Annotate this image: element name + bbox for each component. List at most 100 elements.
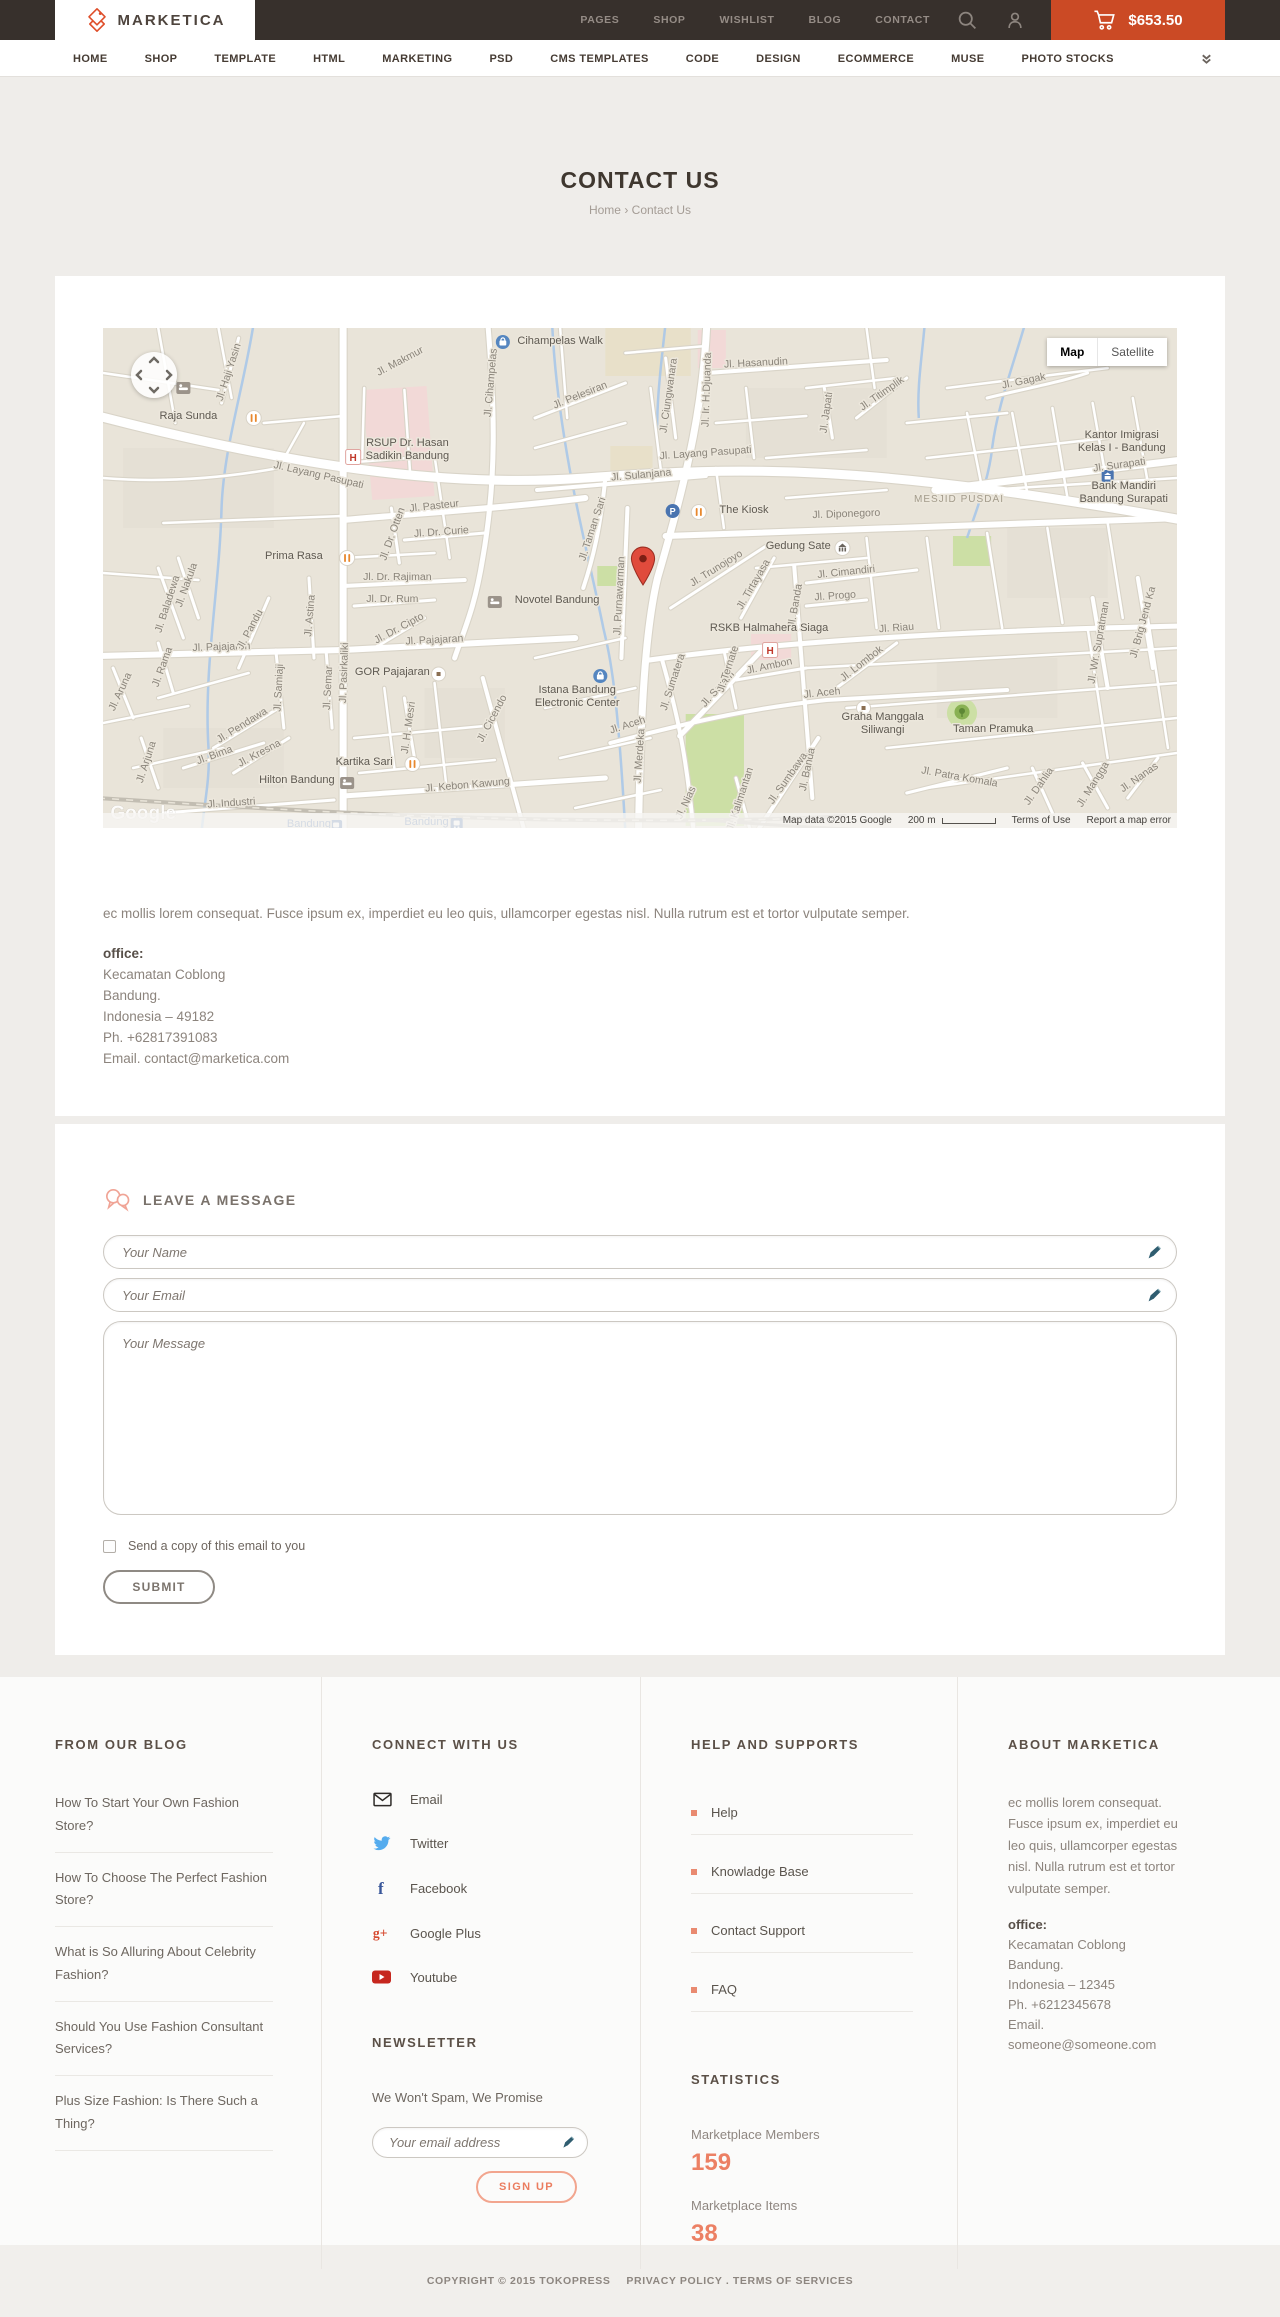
blog-heading: FROM OUR BLOG [55, 1737, 188, 1752]
youtube-icon [372, 1969, 392, 1985]
copyright-links[interactable]: PRIVACY POLICY . TERMS OF SERVICES [626, 2275, 853, 2287]
connect-link-twitter[interactable]: Twitter [372, 1834, 596, 1852]
newsletter-tagline: We Won't Spam, We Promise [372, 2090, 543, 2105]
blog-link-how-to-start-your-own-fashion-[interactable]: How To Start Your Own Fashion Store? [55, 1792, 273, 1853]
map-pan-control[interactable] [131, 352, 177, 398]
connect-link-google-plus[interactable]: g+ Google Plus [372, 1924, 596, 1942]
map-terms-link[interactable]: Terms of Use [1012, 815, 1071, 826]
map-label-mesjid-pusdai: MESJID PUSDAI [914, 494, 1004, 505]
page-hero: CONTACT US Home › Contact Us [0, 77, 1280, 276]
top-nav-pages[interactable]: PAGES [580, 14, 619, 26]
map-label-bank-mandiri: Bank Mandiri Bandung Surapati [1080, 480, 1168, 505]
subnav-item-photo-stocks[interactable]: PHOTO STOCKS [1021, 53, 1113, 65]
map-data-credit: Map data ©2015 Google [782, 815, 892, 826]
map-label-hilton-bandung: Hilton Bandung [259, 774, 335, 786]
copyright-text: COPYRIGHT © 2015 TOKOPRESS [426, 2275, 611, 2287]
map-poi-food-icon [690, 504, 707, 520]
map-marker[interactable] [630, 546, 656, 586]
help-link-help[interactable]: Help [691, 1792, 913, 1835]
office-label: office: [103, 945, 144, 961]
top-nav-blog[interactable]: BLOG [809, 14, 842, 26]
map-label-kartika-sari: Kartika Sari [336, 756, 393, 768]
top-nav-contact[interactable]: CONTACT [875, 14, 930, 26]
map-poi-hotel-icon [176, 382, 191, 394]
breadcrumb-home[interactable]: Home [589, 203, 621, 217]
map-label-jl-pasirkaliki: Jl. Pasirkaliki [337, 642, 351, 703]
connect-link-email[interactable]: Email [372, 1792, 596, 1807]
facebook-icon: f [372, 1879, 392, 1897]
blog-link-how-to-choose-the-perfect-fash[interactable]: How To Choose The Perfect Fashion Store? [55, 1867, 273, 1927]
about-heading: ABOUT MARKETICA [1008, 1737, 1160, 1752]
blog-link-what-is-so-alluring-about-cele[interactable]: What is So Alluring About Celebrity Fash… [55, 1941, 273, 2002]
help-link-faq[interactable]: FAQ [691, 1969, 913, 2012]
subnav-item-template[interactable]: TEMPLATE [214, 53, 276, 65]
subnav-item-code[interactable]: CODE [686, 53, 719, 65]
map-label-jl-diponegoro: Jl. Diponegoro [812, 507, 880, 521]
map-report-link[interactable]: Report a map error [1087, 815, 1171, 826]
svg-text:g+: g+ [373, 1926, 388, 1941]
top-nav-wishlist[interactable]: WISHLIST [720, 14, 775, 26]
connect-label: Email [410, 1792, 443, 1807]
blog-link-plus-size-fashion-is-there-suc[interactable]: Plus Size Fashion: Is There Such a Thing… [55, 2090, 273, 2151]
connect-label: Facebook [410, 1880, 468, 1896]
googleplus-icon: g+ [372, 1924, 392, 1942]
chat-bubbles-icon [106, 1189, 130, 1212]
blog-link-should-you-use-fashion-consult[interactable]: Should You Use Fashion Consultant Servic… [55, 2016, 273, 2076]
search-icon[interactable] [957, 10, 978, 31]
signup-button[interactable]: SIGN UP [476, 2171, 578, 2203]
map-poi-food-icon [339, 550, 356, 566]
breadcrumb-current: Contact Us [631, 203, 692, 217]
email-input[interactable] [103, 1278, 1177, 1312]
map-label-kantor-imigrasi: Kantor Imigrasi Kelas I - Bandung [1078, 429, 1166, 454]
subnav-item-html[interactable]: HTML [313, 53, 345, 65]
cart-icon [1094, 10, 1116, 30]
map-poi-mall-icon [495, 335, 510, 349]
subnav-item-cms-templates[interactable]: CMS TEMPLATES [550, 53, 649, 65]
connect-link-facebook[interactable]: f Facebook [372, 1879, 596, 1897]
map-poi-hotel-icon [487, 596, 502, 608]
svg-text:H: H [350, 453, 357, 464]
square-bullet-icon [691, 1809, 697, 1816]
cart-button[interactable]: $653.50 [1051, 0, 1225, 40]
map-label-cihampelas-walk: Cihampelas Walk [517, 335, 603, 347]
breadcrumb-separator: › [624, 203, 629, 217]
svg-text:H: H [766, 646, 773, 657]
connect-link-youtube[interactable]: Youtube [372, 1969, 596, 1985]
subnav-item-marketing[interactable]: MARKETING [382, 53, 452, 65]
footer-connect-column: CONNECT WITH US Email Twitter f Facebook g+ G… [321, 1677, 640, 2269]
form-heading: LEAVE A MESSAGE [143, 1192, 297, 1208]
name-input[interactable] [103, 1235, 1177, 1269]
send-copy-checkbox[interactable] [103, 1539, 116, 1553]
map-poi-hosp-icon: H [762, 642, 779, 658]
subnav-item-shop[interactable]: SHOP [145, 53, 178, 65]
send-copy-label[interactable]: Send a copy of this email to you [128, 1539, 305, 1553]
twitter-icon [372, 1834, 392, 1852]
subnav-item-muse[interactable]: MUSE [951, 53, 984, 65]
submit-button[interactable]: SUBMIT [103, 1570, 215, 1604]
help-link-contact-support[interactable]: Contact Support [691, 1910, 913, 1953]
subnav-item-design[interactable]: DESIGN [756, 53, 801, 65]
map-label-jl-samiaji: Jl. Samiaji [272, 664, 287, 712]
pen-icon [1147, 1244, 1163, 1265]
map-poi-shop-icon [593, 669, 608, 683]
svg-text:f: f [378, 1879, 384, 1897]
help-label: FAQ [711, 1982, 738, 1997]
page-title: CONTACT US [560, 167, 720, 193]
newsletter-email-input[interactable] [372, 2127, 588, 2158]
logo[interactable]: MARKETICA [55, 0, 255, 40]
svg-text:P: P [670, 507, 676, 517]
subnav-item-home[interactable]: HOME [73, 53, 108, 65]
map-poi-food-icon [404, 756, 421, 772]
square-bullet-icon [691, 1927, 697, 1934]
account-icon[interactable] [1005, 10, 1025, 31]
top-nav-shop[interactable]: SHOP [653, 14, 685, 26]
map-type-satellite-button[interactable]: Satellite [1097, 338, 1167, 366]
help-link-knowladge-base[interactable]: Knowladge Base [691, 1851, 913, 1894]
contact-card: HPH Jl. Haji Yasin Jl. Layang Pasupati Jl.… [55, 276, 1225, 1116]
message-textarea[interactable] [103, 1321, 1177, 1515]
subnav-item-ecommerce[interactable]: ECOMMERCE [838, 53, 914, 65]
subnav-item-psd[interactable]: PSD [489, 53, 513, 65]
map-canvas[interactable]: HPH Jl. Haji Yasin Jl. Layang Pasupati Jl.… [103, 328, 1177, 828]
subnav-more-chevron-icon[interactable] [1200, 52, 1213, 65]
map-type-map-button[interactable]: Map [1047, 338, 1098, 366]
